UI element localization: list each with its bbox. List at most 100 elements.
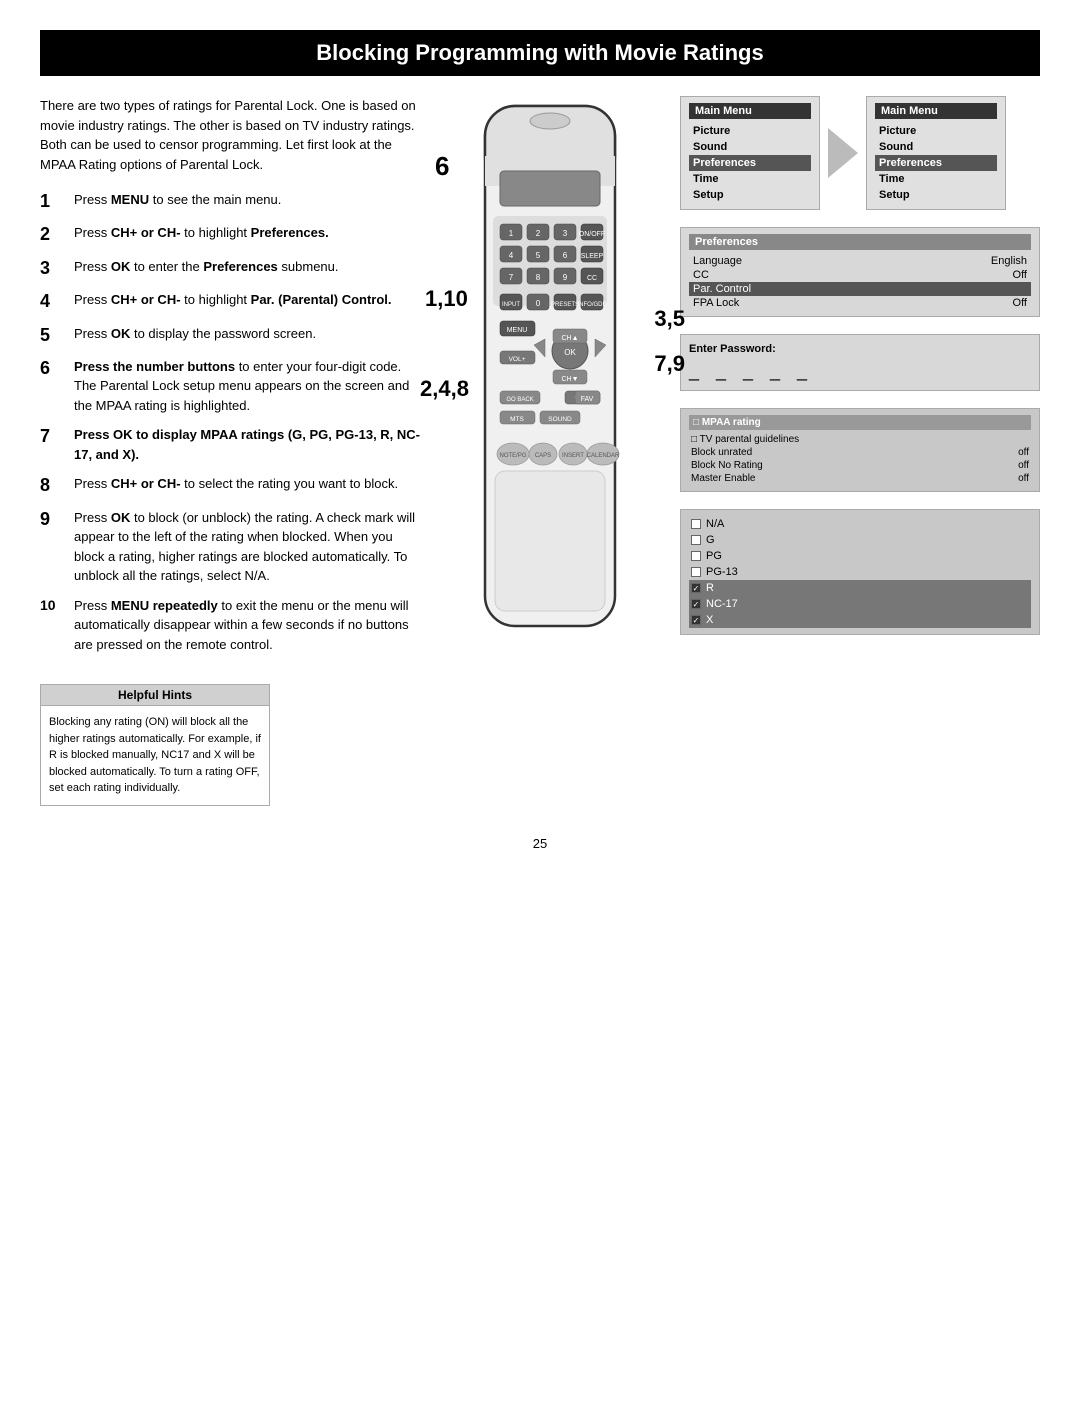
svg-text:SOUND: SOUND: [548, 416, 572, 423]
checkbox-nc17: ✓: [691, 599, 701, 609]
svg-text:OK: OK: [564, 348, 576, 357]
svg-text:CAPS: CAPS: [535, 453, 551, 459]
helpful-hints-title: Helpful Hints: [41, 685, 269, 706]
menu-item-setup-2: Setup: [875, 187, 997, 203]
svg-text:7: 7: [509, 273, 514, 282]
step-7: 7 Press OK to display MPAA ratings (G, P…: [40, 425, 420, 464]
helpful-hints-box: Helpful Hints Blocking any rating (ON) w…: [40, 684, 270, 806]
rating-nc17: ✓ NC-17: [689, 596, 1031, 612]
mpaa-row-block-unrated: Block unrated off: [689, 446, 1031, 459]
svg-text:5: 5: [536, 251, 541, 260]
pref-val-language: English: [991, 255, 1027, 267]
step-text-5: Press OK to display the password screen.: [74, 324, 420, 344]
step-number-1: 1: [40, 190, 68, 213]
menu-item-time-1: Time: [689, 171, 811, 187]
ratings-screen: N/A G PG PG-13 ✓ R ✓ NC-17: [680, 509, 1040, 635]
step-number-8: 8: [40, 474, 68, 497]
svg-text:PRESETS: PRESETS: [551, 302, 579, 308]
checkbox-g: [691, 535, 701, 545]
main-menu-screen-1: Main Menu Picture Sound Preferences Time…: [680, 96, 820, 210]
mpaa-label-master-enable: Master Enable: [691, 473, 755, 484]
pref-val-cc: Off: [1013, 269, 1027, 281]
step-10: 10 Press MENU repeatedly to exit the men…: [40, 596, 420, 655]
menu-item-setup-1: Setup: [689, 187, 811, 203]
rating-label-pg13: PG-13: [706, 566, 738, 578]
mpaa-val-master-enable: off: [1018, 473, 1029, 484]
pref-label-fpalock: FPA Lock: [693, 297, 739, 309]
mpaa-label-block-no-rating: Block No Rating: [691, 460, 763, 471]
step-3: 3 Press OK to enter the Preferences subm…: [40, 257, 420, 280]
checkbox-x: ✓: [691, 615, 701, 625]
svg-text:3: 3: [563, 229, 568, 238]
step-text-3: Press OK to enter the Preferences submen…: [74, 257, 420, 277]
main-menu-title-2: Main Menu: [875, 103, 997, 119]
step-overlay-6: 6: [435, 151, 449, 182]
menu-item-preferences-2: Preferences: [875, 155, 997, 171]
svg-text:MENU: MENU: [507, 327, 528, 334]
mpaa-row-block-no-rating: Block No Rating off: [689, 459, 1031, 472]
step-text-10: Press MENU repeatedly to exit the menu o…: [74, 596, 420, 655]
step-overlay-110: 1,10: [425, 286, 468, 312]
mpaa-label-block-unrated: Block unrated: [691, 447, 752, 458]
rating-x: ✓ X: [689, 612, 1031, 628]
step-2: 2 Press CH+ or CH- to highlight Preferen…: [40, 223, 420, 246]
step-1: 1 Press MENU to see the main menu.: [40, 190, 420, 213]
pref-label-language: Language: [693, 255, 742, 267]
svg-text:0: 0: [536, 299, 541, 308]
step-number-5: 5: [40, 324, 68, 347]
menu-item-sound-2: Sound: [875, 139, 997, 155]
steps-list: 1 Press MENU to see the main menu. 2 Pre…: [40, 190, 420, 654]
menu-item-preferences-1: Preferences: [689, 155, 811, 171]
svg-text:INFO/GDE: INFO/GDE: [577, 302, 606, 308]
pref-label-cc: CC: [693, 269, 709, 281]
svg-text:SLEEP: SLEEP: [581, 253, 604, 260]
checkbox-pg: [691, 551, 701, 561]
rating-label-g: G: [706, 534, 715, 546]
rating-pg13: PG-13: [689, 564, 1031, 580]
svg-text:GO BACK: GO BACK: [506, 397, 533, 403]
svg-text:NOTE/PG: NOTE/PG: [499, 453, 526, 459]
mpaa-row-tv: □ TV parental guidelines: [689, 433, 1031, 446]
step-overlay-248: 2,4,8: [420, 376, 469, 402]
pref-label-parcontrol: Par. Control: [693, 283, 751, 295]
mpaa-val-block-unrated: off: [1018, 447, 1029, 458]
rating-label-nc17: NC-17: [706, 598, 738, 610]
step-4: 4 Press CH+ or CH- to highlight Par. (Pa…: [40, 290, 420, 313]
center-column: 6 1,10 2,4,8 3,5 7,9 1: [440, 96, 660, 664]
mpaa-val-block-no-rating: off: [1018, 460, 1029, 471]
svg-text:CH▲: CH▲: [561, 335, 578, 342]
preferences-screen: Preferences Language English CC Off Par.…: [680, 227, 1040, 317]
svg-text:ON/OFF: ON/OFF: [579, 231, 605, 238]
step-number-10: 10: [40, 596, 68, 614]
mpaa-screen: □ MPAA rating □ TV parental guidelines B…: [680, 408, 1040, 492]
password-blanks: _ _ _ _ _: [689, 361, 1031, 382]
step-text-4: Press CH+ or CH- to highlight Par. (Pare…: [74, 290, 420, 310]
svg-text:CALENDAR: CALENDAR: [587, 453, 620, 459]
svg-text:VOL+: VOL+: [509, 356, 526, 363]
intro-text: There are two types of ratings for Paren…: [40, 96, 420, 174]
step-5: 5 Press OK to display the password scree…: [40, 324, 420, 347]
step-number-2: 2: [40, 223, 68, 246]
step-number-3: 3: [40, 257, 68, 280]
step-text-2: Press CH+ or CH- to highlight Preference…: [74, 223, 420, 243]
password-label: Enter Password:: [689, 343, 1031, 355]
pref-title: Preferences: [689, 234, 1031, 250]
mpaa-title: □ MPAA rating: [689, 415, 1031, 430]
svg-text:FAV: FAV: [581, 396, 594, 403]
main-menu-group: Main Menu Picture Sound Preferences Time…: [680, 96, 1040, 210]
step-number-4: 4: [40, 290, 68, 313]
menu-item-sound-1: Sound: [689, 139, 811, 155]
main-menu-title-1: Main Menu: [689, 103, 811, 119]
rating-label-na: N/A: [706, 518, 724, 530]
step-overlay-79: 7,9: [654, 351, 685, 377]
step-text-1: Press MENU to see the main menu.: [74, 190, 420, 210]
svg-text:4: 4: [509, 251, 514, 260]
checkbox-r: ✓: [691, 583, 701, 593]
step-number-6: 6: [40, 357, 68, 380]
svg-text:MTS: MTS: [510, 416, 524, 423]
right-column: Main Menu Picture Sound Preferences Time…: [680, 96, 1040, 664]
rating-pg: PG: [689, 548, 1031, 564]
rating-label-r: R: [706, 582, 714, 594]
svg-text:9: 9: [563, 273, 568, 282]
svg-text:CC: CC: [587, 275, 597, 282]
